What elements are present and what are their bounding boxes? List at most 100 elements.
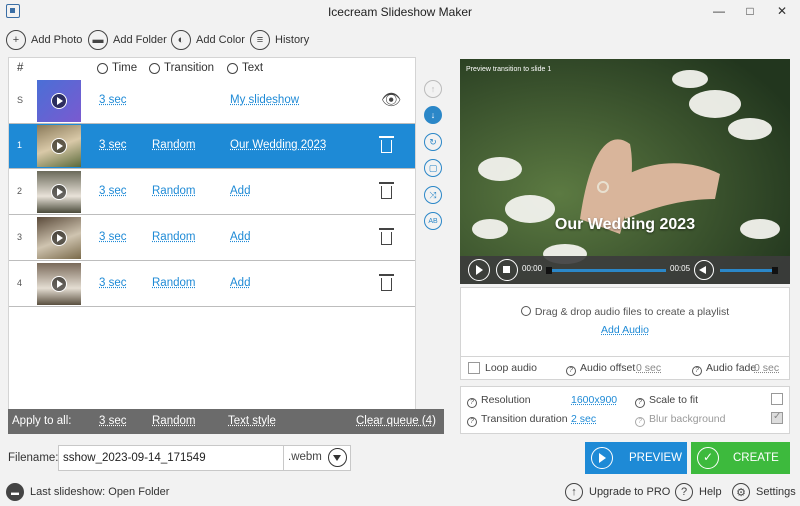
table-row[interactable]: S 3 sec My slideshow 👁 [9, 79, 415, 124]
header-num: # [17, 62, 24, 74]
maximize-button[interactable]: □ [739, 3, 761, 19]
clear-queue-link[interactable]: Clear queue (4) [356, 415, 436, 427]
extension-value: .webm [288, 451, 322, 463]
add-folder-button[interactable]: ▬ Add Folder [88, 29, 167, 51]
chevron-down-icon[interactable] [328, 448, 347, 467]
row-time-link[interactable]: 3 sec [99, 277, 127, 289]
volume-slider[interactable] [720, 269, 776, 272]
apply-transition-link[interactable]: Random [152, 415, 195, 427]
stop-button[interactable] [496, 259, 518, 281]
volume-handle[interactable] [772, 267, 778, 274]
audio-offset-label: ? Audio offset [566, 362, 635, 376]
trash-icon[interactable] [379, 228, 394, 245]
slide-thumbnail[interactable] [37, 263, 81, 305]
trash-icon[interactable] [379, 274, 394, 291]
row-transition-link[interactable]: Random [152, 139, 195, 151]
row-time-link[interactable]: 3 sec [99, 231, 127, 243]
add-color-button[interactable]: ◐ Add Color [171, 29, 245, 51]
seek-handle[interactable] [546, 267, 552, 274]
row-text-link[interactable]: Add [230, 231, 250, 243]
blur-background-checkbox[interactable] [771, 411, 783, 424]
row-time-link[interactable]: 3 sec [99, 185, 127, 197]
eye-icon[interactable]: 👁 [381, 90, 401, 110]
add-photo-button[interactable]: + Add Photo [6, 29, 82, 51]
apply-text-style-link[interactable]: Text style [228, 415, 276, 427]
row-text-link[interactable]: Add [230, 185, 250, 197]
apply-label: Apply to all: [12, 415, 72, 427]
play-button[interactable] [468, 259, 490, 281]
help-icon: ? [635, 417, 645, 427]
add-color-label: Add Color [196, 34, 245, 46]
list-header: # Time Transition Text [9, 58, 415, 78]
loop-audio-checkbox[interactable] [468, 362, 480, 374]
transition-icon [149, 62, 160, 74]
row-time-link[interactable]: 3 sec [99, 139, 127, 151]
resolution-value[interactable]: 1600x900 [571, 394, 617, 406]
audio-fade-label: ? Audio fade [692, 362, 756, 376]
move-up-icon[interactable]: ↑ [424, 80, 442, 98]
folder-icon: ▬ [88, 30, 108, 50]
table-row[interactable]: 1 3 sec Random Our Wedding 2023 [9, 124, 415, 169]
row-text-link[interactable]: Add [230, 277, 250, 289]
apply-time-link[interactable]: 3 sec [99, 415, 127, 427]
table-row[interactable]: 3 3 sec Random Add [9, 216, 415, 261]
volume-button[interactable] [694, 260, 714, 280]
settings-button[interactable]: ⚙ Settings [732, 481, 796, 503]
last-slideshow-label: Last slideshow: Open Folder [30, 486, 170, 498]
upgrade-button[interactable]: ↑ Upgrade to PRO [565, 481, 670, 503]
slide-thumbnail[interactable] [37, 171, 81, 213]
row-text-link[interactable]: Our Wedding 2023 [230, 139, 326, 151]
slide-thumbnail[interactable] [37, 125, 81, 167]
transition-duration-label: ? Transition duration [467, 413, 568, 427]
slide-thumbnail[interactable] [37, 217, 81, 259]
header-transition[interactable]: Transition [149, 62, 214, 74]
audio-offset-value[interactable]: 0 sec [636, 362, 661, 374]
filename-input[interactable] [58, 445, 284, 471]
clock-icon [97, 62, 108, 74]
table-row[interactable]: 2 3 sec Random Add [9, 170, 415, 215]
add-audio-link[interactable]: Add Audio [460, 324, 790, 336]
last-slideshow-link[interactable]: ▬ Last slideshow: Open Folder [6, 481, 169, 503]
scale-to-fit-checkbox[interactable] [771, 393, 783, 405]
row-number: S [17, 95, 24, 105]
row-transition-link[interactable]: Random [152, 185, 195, 197]
help-button[interactable]: ? Help [675, 481, 722, 503]
rotate-icon[interactable]: ↻ [424, 133, 442, 151]
table-row[interactable]: 4 3 sec Random Add [9, 262, 415, 307]
preview-button[interactable]: PREVIEW [585, 442, 687, 474]
help-icon: ? [467, 398, 477, 408]
minimize-button[interactable]: — [708, 3, 730, 19]
help-icon: ? [692, 366, 702, 376]
output-settings: ? Resolution 1600x900 ? Transition duratio… [460, 386, 790, 434]
folder-icon: ▬ [6, 483, 24, 501]
slide-thumbnail[interactable] [37, 80, 81, 122]
info-icon [227, 62, 238, 74]
audio-fade-value[interactable]: 0 sec [754, 362, 779, 374]
preview-label: PREVIEW [629, 452, 683, 464]
row-time-link[interactable]: 3 sec [99, 94, 127, 106]
play-icon [51, 138, 67, 154]
trash-icon[interactable] [379, 182, 394, 199]
row-transition-link[interactable]: Random [152, 231, 195, 243]
row-transition-link[interactable]: Random [152, 277, 195, 289]
upgrade-label: Upgrade to PRO [589, 486, 671, 498]
apply-to-all-bar: Apply to all: 3 sec Random Text style Cl… [8, 409, 444, 434]
help-icon: ? [566, 366, 576, 376]
move-down-icon[interactable]: ↓ [424, 106, 442, 124]
seek-bar[interactable] [546, 269, 666, 272]
row-text-link[interactable]: My slideshow [230, 94, 299, 106]
transition-duration-value[interactable]: 2 sec [571, 413, 596, 425]
create-label: CREATE [733, 452, 779, 464]
create-button[interactable]: ✓ CREATE [691, 442, 790, 474]
question-icon: ? [675, 483, 693, 501]
shuffle-icon[interactable]: ⤨ [424, 186, 442, 204]
header-text[interactable]: Text [227, 62, 263, 74]
crop-icon[interactable]: ▢ [424, 159, 442, 177]
close-button[interactable]: ✕ [771, 3, 793, 19]
history-button[interactable]: ≡ History [250, 29, 309, 51]
settings-label: Settings [756, 486, 796, 498]
header-time[interactable]: Time [97, 62, 137, 74]
text-style-icon[interactable]: AB [424, 212, 442, 230]
play-icon [51, 93, 67, 109]
trash-icon[interactable] [379, 136, 394, 153]
